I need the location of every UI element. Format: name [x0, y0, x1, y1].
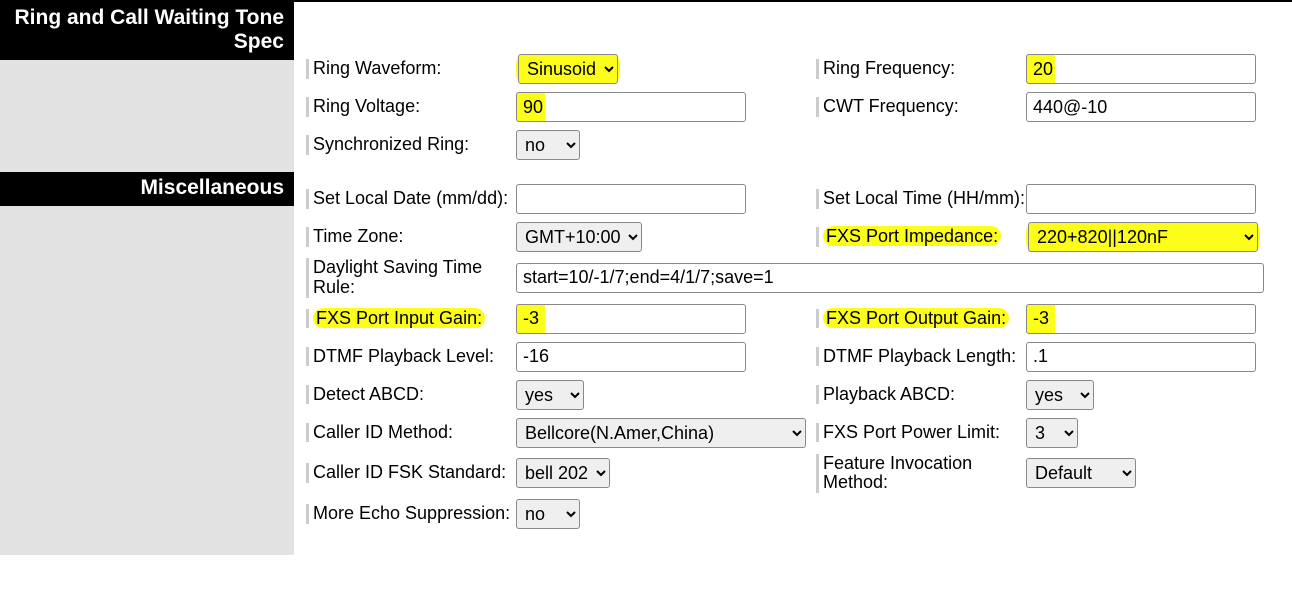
feature-invocation-label: Feature Invocation Method:: [816, 454, 1026, 494]
cwt-frequency-input[interactable]: [1026, 92, 1256, 122]
content: Ring Waveform: Sinusoid Ring Frequency: …: [300, 2, 1292, 555]
fxs-impedance-label: FXS Port Impedance:: [816, 227, 1026, 247]
fxs-impedance-select[interactable]: 220+820||120nF: [1028, 222, 1258, 252]
echo-suppression-label: More Echo Suppression:: [306, 504, 516, 524]
fxs-power-limit-select[interactable]: 3: [1026, 418, 1078, 448]
ring-frequency-input[interactable]: [1026, 54, 1256, 84]
echo-suppression-select[interactable]: no: [516, 499, 580, 529]
fxs-input-gain-input[interactable]: [516, 304, 746, 334]
section-header-ring: Ring and Call Waiting Tone Spec: [0, 2, 294, 60]
dtmf-length-input[interactable]: [1026, 342, 1256, 372]
caller-id-method-label: Caller ID Method:: [306, 423, 516, 443]
ring-voltage-label: Ring Voltage:: [306, 97, 516, 117]
local-date-input[interactable]: [516, 184, 746, 214]
ring-frequency-label: Ring Frequency:: [816, 59, 1026, 79]
dtmf-level-label: DTMF Playback Level:: [306, 347, 516, 367]
playback-abcd-select[interactable]: yes: [1026, 380, 1094, 410]
section-header-misc: Miscellaneous: [0, 172, 294, 206]
local-time-input[interactable]: [1026, 184, 1256, 214]
playback-abcd-label: Playback ABCD:: [816, 385, 1026, 405]
dtmf-length-label: DTMF Playback Length:: [816, 347, 1026, 367]
sidebar: Ring and Call Waiting Tone Spec Miscella…: [0, 2, 300, 555]
cwt-frequency-label: CWT Frequency:: [816, 97, 1026, 117]
ring-block: Ring Waveform: Sinusoid Ring Frequency: …: [306, 2, 1286, 162]
dtmf-level-input[interactable]: [516, 342, 746, 372]
local-date-label: Set Local Date (mm/dd):: [306, 189, 516, 209]
sync-ring-label: Synchronized Ring:: [306, 135, 516, 155]
detect-abcd-select[interactable]: yes: [516, 380, 584, 410]
sync-ring-select[interactable]: no: [516, 130, 580, 160]
timezone-select[interactable]: GMT+10:00: [516, 222, 642, 252]
caller-id-method-select[interactable]: Bellcore(N.Amer,China): [516, 418, 806, 448]
caller-id-fsk-select[interactable]: bell 202: [516, 458, 610, 488]
feature-invocation-select[interactable]: Default: [1026, 458, 1136, 488]
dst-rule-input[interactable]: [516, 263, 1264, 293]
fxs-output-gain-label: FXS Port Output Gain:: [816, 309, 1026, 329]
ring-voltage-input[interactable]: [516, 92, 746, 122]
misc-block: Set Local Date (mm/dd): Set Local Time (…: [306, 166, 1286, 531]
ring-waveform-select[interactable]: Sinusoid: [518, 54, 618, 84]
fxs-input-gain-label: FXS Port Input Gain:: [306, 309, 516, 329]
config-page: Ring and Call Waiting Tone Spec Miscella…: [0, 0, 1292, 555]
fxs-output-gain-input[interactable]: [1026, 304, 1256, 334]
dst-rule-label: Daylight Saving Time Rule:: [306, 258, 516, 298]
detect-abcd-label: Detect ABCD:: [306, 385, 516, 405]
ring-waveform-label: Ring Waveform:: [306, 59, 516, 79]
timezone-label: Time Zone:: [306, 227, 516, 247]
local-time-label: Set Local Time (HH/mm):: [816, 189, 1026, 209]
fxs-power-limit-label: FXS Port Power Limit:: [816, 423, 1026, 443]
caller-id-fsk-label: Caller ID FSK Standard:: [306, 463, 516, 483]
